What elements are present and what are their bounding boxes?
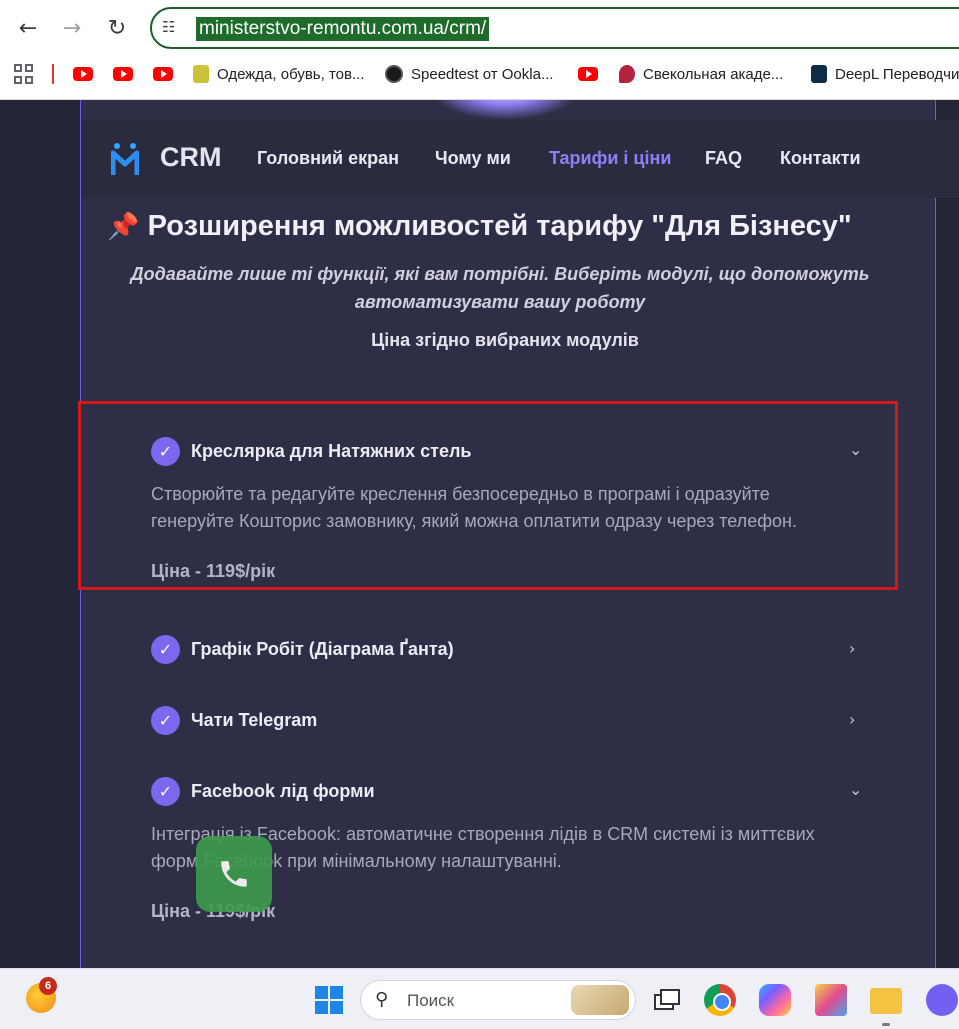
module-title: Facebook лід форми [191, 781, 375, 801]
arrow-left-icon: ← [18, 15, 38, 41]
arrow-right-icon: → [62, 15, 82, 41]
module-header-facebook[interactable]: ✓ Facebook лід форми ⌄ [151, 777, 871, 807]
bookmark-label: Speedtest от Ookla... [411, 65, 554, 83]
chevron-right-icon[interactable]: › [849, 710, 855, 729]
module-title: Графік Робіт (Діаграма Ґанта) [191, 639, 454, 659]
module-price: Ціна - 119$/рік [151, 561, 276, 581]
site-settings-icon[interactable]: ☷ [162, 18, 184, 38]
module-header-gantt[interactable]: ✓ Графік Робіт (Діаграма Ґанта) › [151, 635, 871, 665]
nav-pricing[interactable]: Тарифи і ціни [549, 148, 671, 169]
bookmark-separator [52, 64, 54, 84]
bookmark-label: Одежда, обувь, тов... [217, 65, 365, 83]
paint-icon[interactable] [815, 984, 847, 1016]
chevron-right-icon[interactable]: › [849, 639, 855, 658]
check-icon: ✓ [151, 437, 180, 466]
bookmark-youtube-2[interactable] [113, 62, 143, 86]
bookmark-youtube-4[interactable] [578, 62, 608, 86]
forward-button[interactable]: → [56, 12, 88, 44]
site-navbar: CRM Головний екран Чому ми Тарифи і ціни… [81, 120, 959, 198]
call-button[interactable] [196, 836, 272, 912]
speedtest-icon [385, 65, 403, 83]
notification-badge: 6 [39, 977, 57, 995]
pushpin-icon: 📌 [107, 212, 140, 242]
youtube-icon [153, 67, 173, 81]
bookmark-deepl[interactable]: DeepL Переводчи [811, 62, 959, 86]
viber-icon[interactable] [926, 984, 958, 1016]
chevron-down-icon[interactable]: ⌄ [849, 780, 862, 799]
windows-start-icon[interactable] [315, 986, 343, 1014]
task-view-icon[interactable] [650, 984, 682, 1016]
module-header-telegram[interactable]: ✓ Чати Telegram › [151, 706, 871, 736]
bookmark-label: Свекольная акаде... [643, 65, 784, 83]
bookmark-youtube-1[interactable] [73, 62, 103, 86]
youtube-icon [578, 67, 598, 81]
bookmark-beet-academy[interactable]: Свекольная акаде... [619, 62, 783, 86]
bookmark-label: DeepL Переводчи [835, 65, 959, 83]
phone-icon [221, 861, 247, 887]
chrome-icon[interactable] [704, 984, 736, 1016]
search-icon: ⚲ [375, 989, 389, 1010]
apps-grid-icon[interactable] [14, 64, 34, 84]
beet-icon [619, 65, 635, 83]
price-note: Ціна згідно вибраних модулів [371, 330, 639, 350]
active-app-indicator [882, 1023, 890, 1026]
address-bar[interactable]: ☷ ministerstvo-remontu.com.ua/crm/ [150, 7, 959, 49]
search-placeholder: Поиск [407, 991, 455, 1010]
check-icon: ✓ [151, 635, 180, 664]
logo-text[interactable]: CRM [160, 142, 222, 173]
logo-icon[interactable] [111, 142, 139, 176]
bookmark-youtube-3[interactable] [153, 62, 183, 86]
bookmark-shop[interactable]: Одежда, обувь, тов... [193, 62, 364, 86]
module-title: Креслярка для Натяжних стель [191, 441, 472, 461]
nav-why-us[interactable]: Чому ми [435, 148, 511, 169]
taskbar-search[interactable]: ⚲ Поиск [360, 980, 636, 1020]
reload-button[interactable]: ↻ [101, 12, 133, 44]
copilot-icon[interactable] [759, 984, 791, 1016]
youtube-icon [73, 67, 93, 81]
url-text[interactable]: ministerstvo-remontu.com.ua/crm/ [196, 17, 490, 41]
check-icon: ✓ [151, 706, 180, 735]
module-title: Чати Telegram [191, 710, 318, 730]
windows-taskbar: 6 ⚲ Поиск [0, 968, 959, 1029]
web-page: CRM Головний екран Чому ми Тарифи і ціни… [0, 100, 959, 968]
nav-faq[interactable]: FAQ [705, 148, 742, 169]
nav-contacts[interactable]: Контакти [780, 148, 861, 169]
chevron-down-icon[interactable]: ⌄ [849, 440, 862, 459]
bookmarks-bar: Одежда, обувь, тов... Speedtest от Ookla… [0, 58, 959, 90]
reload-icon: ↻ [107, 15, 127, 41]
back-button[interactable]: ← [12, 12, 44, 44]
section-subtitle: Додавайте лише ті функції, які вам потрі… [130, 264, 870, 312]
section-title-text: Розширення можливостей тарифу "Для Бізне… [147, 210, 852, 242]
section-title: 📌 Розширення можливостей тарифу "Для Бізн… [0, 210, 959, 243]
file-explorer-icon[interactable] [870, 988, 902, 1014]
module-description: Створюйте та редагуйте креслення безпосе… [151, 484, 797, 531]
module-header-drawing[interactable]: ✓ Креслярка для Натяжних стель ⌄ [151, 437, 871, 467]
youtube-icon [113, 67, 133, 81]
search-highlight-image [571, 985, 629, 1015]
shop-icon [193, 65, 209, 83]
nav-home[interactable]: Головний екран [257, 148, 399, 169]
check-icon: ✓ [151, 777, 180, 806]
browser-chrome: ← → ↻ ☷ ministerstvo-remontu.com.ua/crm/… [0, 0, 959, 100]
deepl-icon [811, 65, 827, 83]
bookmark-speedtest[interactable]: Speedtest от Ookla... [385, 62, 553, 86]
